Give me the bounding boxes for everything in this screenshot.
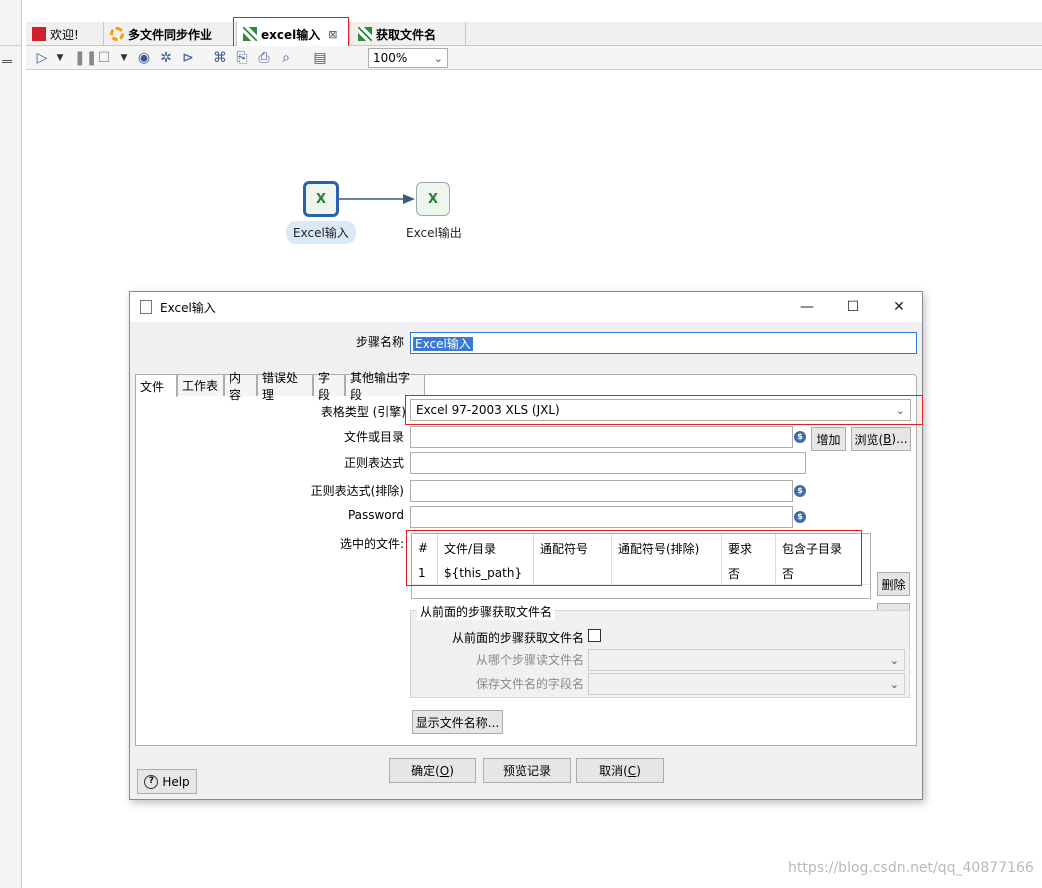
prev-step-checkbox-label: 从前面的步骤获取文件名 xyxy=(451,631,584,645)
ok-label-suffix: ) xyxy=(449,763,454,778)
run-icon[interactable]: ▷ xyxy=(34,50,50,66)
tab-error-handling[interactable]: 错误处理 xyxy=(257,371,313,402)
preview-button-label: 预览记录 xyxy=(502,764,551,778)
browse-label: 浏览( xyxy=(854,432,884,447)
help-button[interactable]: ? Help xyxy=(137,769,197,794)
tab-fields[interactable]: 字段 xyxy=(313,371,345,402)
editor-tab-bar: 欢迎! 多文件同步作业 excel输入 ⊠ 获取文件名 xyxy=(26,22,1042,46)
preview-button[interactable]: 预览记录 xyxy=(483,758,571,783)
tab-content[interactable]: 内容 xyxy=(224,371,257,402)
step-name-value: Excel输入 xyxy=(413,337,473,351)
tab-welcome[interactable]: 欢迎! xyxy=(26,22,104,46)
dropdown-icon[interactable]: ▼ xyxy=(52,50,68,66)
save-field-label: 保存文件名的字段名 xyxy=(475,677,584,691)
step-label-excel-input[interactable]: Excel输入 xyxy=(286,221,356,244)
show-filenames-label: 显示文件名称... xyxy=(415,715,500,730)
password-input[interactable] xyxy=(410,506,793,528)
left-panel-edge xyxy=(0,0,22,888)
sql-icon[interactable]: ⎙ xyxy=(256,50,272,66)
tab-additional-fields[interactable]: 其他输出字段 xyxy=(345,371,425,402)
browse-button[interactable]: 浏览(B)... xyxy=(851,427,911,451)
left-panel-tab xyxy=(0,22,21,46)
help-button-label: Help xyxy=(162,774,190,789)
add-button-label: 增加 xyxy=(816,432,841,447)
cancel-label: 取消( xyxy=(599,764,628,778)
zoom-value: 100% xyxy=(373,51,408,65)
replay-icon[interactable]: ⊳ xyxy=(180,50,196,66)
file-or-dir-label: 文件或目录 xyxy=(343,430,404,444)
browse-mnemonic: B xyxy=(883,432,892,446)
selected-files-label: 选中的文件: xyxy=(339,537,404,551)
stop-icon[interactable]: ☐ xyxy=(96,50,112,66)
welcome-icon xyxy=(32,27,46,41)
tab-label: 多文件同步作业 xyxy=(128,27,213,42)
annotation-box-grid xyxy=(406,530,862,586)
help-icon: ? xyxy=(144,774,159,789)
delete-button[interactable]: 删除 xyxy=(877,572,910,596)
step-name-input[interactable]: Excel输入 xyxy=(410,332,917,354)
variable-icon: $ xyxy=(794,511,806,523)
verify-icon[interactable]: ⌘ xyxy=(212,50,228,66)
tab-multi-file-job[interactable]: 多文件同步作业 xyxy=(104,22,234,46)
read-from-step-select[interactable]: ⌄ xyxy=(588,649,905,671)
tab-sheets[interactable]: 工作表 xyxy=(177,374,224,396)
spreadsheet-type-label: 表格类型 (引擎) xyxy=(320,405,406,419)
dropdown-icon[interactable]: ▼ xyxy=(116,50,132,66)
file-or-dir-input[interactable] xyxy=(410,426,793,448)
chevron-down-icon: ⌄ xyxy=(889,677,899,691)
debug-icon[interactable]: ✲ xyxy=(158,50,174,66)
dialog-title: Excel输入 xyxy=(160,300,216,315)
read-from-step-label: 从哪个步骤读文件名 xyxy=(475,653,584,667)
tab-get-file-names[interactable]: 获取文件名 xyxy=(352,22,466,46)
prev-step-checkbox[interactable] xyxy=(588,629,601,642)
chevron-down-icon: ⌄ xyxy=(433,51,443,65)
ok-mnemonic: O xyxy=(439,763,450,778)
cancel-mnemonic: C xyxy=(627,763,637,778)
excel-input-icon[interactable]: X xyxy=(303,181,339,217)
ok-label: 确定( xyxy=(411,764,440,778)
excel-input-dialog: Excel输入 — ☐ ✕ 步骤名称 Excel输入 文件 工作表 内容 错误处… xyxy=(129,291,923,800)
chevron-down-icon: ⌄ xyxy=(889,653,899,667)
variable-icon: $ xyxy=(794,485,806,497)
dialog-app-icon xyxy=(140,300,152,314)
analyze-icon[interactable]: ⎘ xyxy=(234,50,250,66)
close-button[interactable]: ✕ xyxy=(876,292,922,322)
watermark: https://blog.csdn.net/qq_40877166 xyxy=(788,860,1034,876)
job-icon xyxy=(110,27,124,41)
preview-icon[interactable]: ◉ xyxy=(136,50,152,66)
regex-exclude-label: 正则表达式(排除) xyxy=(310,484,404,498)
annotation-box-type xyxy=(405,395,923,425)
minimize-button[interactable]: — xyxy=(784,292,830,322)
step-label-excel-output[interactable]: Excel输出 xyxy=(406,224,462,241)
save-field-select[interactable]: ⌄ xyxy=(588,673,905,695)
add-button[interactable]: 增加 xyxy=(811,427,846,451)
show-results-icon[interactable]: ▤ xyxy=(312,50,328,66)
cancel-button[interactable]: 取消(C) xyxy=(576,758,664,783)
tab-file[interactable]: 文件 xyxy=(135,374,177,397)
left-panel-handle[interactable] xyxy=(2,60,12,63)
transformation-icon xyxy=(358,27,372,41)
tab-label: 获取文件名 xyxy=(376,27,437,42)
browse-label-suffix: )... xyxy=(891,432,908,446)
regex-input[interactable] xyxy=(410,452,806,474)
table-row[interactable] xyxy=(412,584,870,599)
regex-exclude-input[interactable] xyxy=(410,480,793,502)
prev-step-group-label: 从前面的步骤获取文件名 xyxy=(417,603,556,620)
zoom-select[interactable]: 100% ⌄ xyxy=(368,48,448,68)
regex-label: 正则表达式 xyxy=(343,456,404,470)
password-label: Password xyxy=(347,508,404,522)
tab-label: 欢迎! xyxy=(50,27,79,42)
delete-button-label: 删除 xyxy=(881,577,906,592)
cancel-label-suffix: ) xyxy=(636,763,641,778)
hop-arrow[interactable] xyxy=(339,190,417,210)
step-name-label: 步骤名称 xyxy=(355,335,404,349)
ok-button[interactable]: 确定(O) xyxy=(389,758,476,783)
transformation-toolbar: ▷ ▼ ❚❚ ☐ ▼ ◉ ✲ ⊳ ⌘ ⎘ ⎙ ⌕ ▤ 100% ⌄ xyxy=(26,46,1042,70)
explore-db-icon[interactable]: ⌕ xyxy=(278,50,294,66)
maximize-button[interactable]: ☐ xyxy=(830,292,876,322)
show-filenames-button[interactable]: 显示文件名称... xyxy=(412,710,503,734)
excel-output-icon[interactable]: X xyxy=(416,182,450,216)
variable-icon: $ xyxy=(794,431,806,443)
pause-icon[interactable]: ❚❚ xyxy=(74,50,97,66)
